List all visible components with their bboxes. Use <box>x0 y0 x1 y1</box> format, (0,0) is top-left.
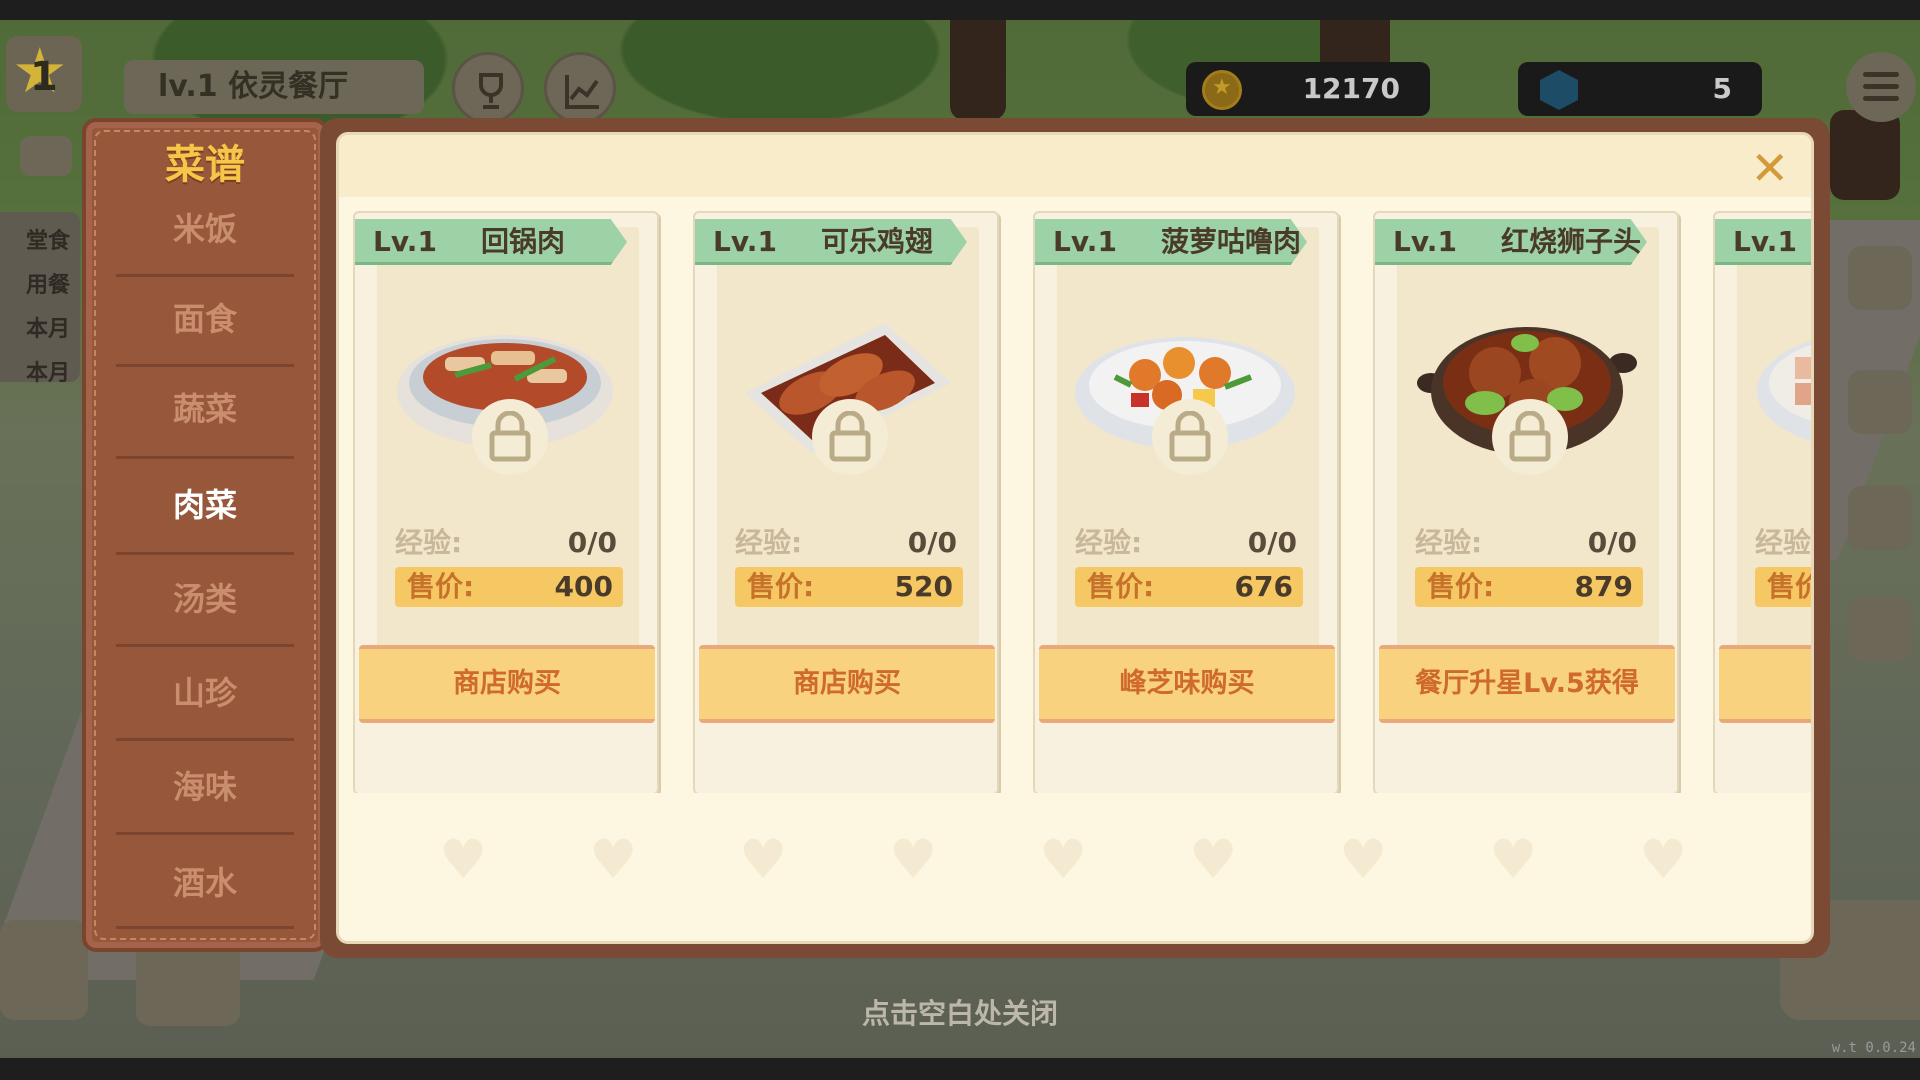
dish-action-button[interactable]: 变 <box>1719 645 1811 723</box>
recipe-dialog: ✕ ♥ ♥ ♥ ♥ ♥ ♥ ♥ ♥ ♥ Lv.1 回锅肉 经验: 0/0 售价:… <box>320 118 1830 958</box>
exp-value: 0/0 <box>567 526 617 559</box>
trophy-icon <box>479 73 503 109</box>
lock-icon <box>472 399 548 475</box>
stat-label: 用餐 <box>26 273 71 298</box>
category-meat[interactable]: 肉菜 <box>114 460 296 550</box>
dish-price: 售价: 400 <box>395 567 623 607</box>
gem-icon <box>1540 70 1578 110</box>
close-hint: 点击空白处关闭 <box>861 997 1058 1030</box>
exp-label: 经验: <box>735 526 803 559</box>
restaurant-name[interactable]: lv.1 依灵餐厅 <box>124 60 424 114</box>
dish-card[interactable]: Lv.1 经验: 售价: 变 <box>1713 211 1812 793</box>
lock-icon <box>1152 399 1228 475</box>
exp-label: 经验: <box>1755 526 1812 559</box>
dish-exp: 经验: 0/0 <box>1415 523 1643 563</box>
dish-name: 回锅肉 <box>481 225 566 258</box>
coin-icon <box>1202 70 1242 110</box>
price-label: 售价: <box>747 570 815 603</box>
dish-name: 红烧狮子头 <box>1501 225 1642 258</box>
dish-price: 售价: <box>1755 567 1811 607</box>
price-value: 676 <box>1234 570 1293 603</box>
lock-icon <box>812 399 888 475</box>
coin-amount: 12170 <box>1302 72 1400 105</box>
stat-label: 本月 <box>26 361 71 386</box>
dish-card[interactable]: Lv.1 红烧狮子头 经验: 0/0 售价: 879 餐厅升星Lv.5获得 <box>1373 211 1679 793</box>
category-noodles[interactable]: 面食 <box>114 274 296 364</box>
dish-price: 售价: 520 <box>735 567 963 607</box>
exp-value: 0/0 <box>907 526 957 559</box>
price-label: 售价: <box>1427 570 1495 603</box>
dish-action-button[interactable]: 商店购买 <box>699 645 995 723</box>
price-label: 售价: <box>1767 570 1811 603</box>
dish-ribbon: Lv.1 <box>1715 219 1811 265</box>
trophy-button[interactable] <box>452 52 524 124</box>
staff-button[interactable] <box>1848 486 1912 550</box>
price-label: 售价: <box>407 570 475 603</box>
category-seafood[interactable]: 海味 <box>114 742 296 832</box>
clipboard-button[interactable] <box>1848 246 1912 310</box>
main-menu-button[interactable] <box>1846 52 1916 122</box>
dish-ribbon: Lv.1 菠萝咕噜肉 <box>1035 219 1307 265</box>
dish-level: Lv.1 <box>373 225 437 258</box>
category-mountain[interactable]: 山珍 <box>114 648 296 738</box>
letterbox-top <box>0 0 1920 20</box>
chart-icon <box>565 75 599 109</box>
exp-label: 经验: <box>1415 526 1483 559</box>
recipe-content: ✕ ♥ ♥ ♥ ♥ ♥ ♥ ♥ ♥ ♥ Lv.1 回锅肉 经验: 0/0 售价:… <box>336 132 1814 944</box>
price-value: 879 <box>1574 570 1633 603</box>
dish-action-button[interactable]: 峰芝味购买 <box>1039 645 1335 723</box>
statistics-button[interactable] <box>544 52 616 124</box>
player-level: 1 <box>30 54 58 100</box>
dish-ribbon: Lv.1 回锅肉 <box>355 219 627 265</box>
stat-label: 堂食 <box>26 229 71 254</box>
dish-action-button[interactable]: 餐厅升星Lv.5获得 <box>1379 645 1675 723</box>
close-icon[interactable]: ✕ <box>1750 143 1789 193</box>
dish-exp: 经验: <box>1755 523 1812 563</box>
dish-price: 售价: 676 <box>1075 567 1303 607</box>
dish-name: 菠萝咕噜肉 <box>1161 225 1302 258</box>
lock-icon <box>1492 399 1568 475</box>
price-value: 400 <box>554 570 613 603</box>
carrot-button[interactable] <box>1848 370 1912 434</box>
dish-card[interactable]: Lv.1 回锅肉 经验: 0/0 售价: 400 商店购买 <box>353 211 659 793</box>
dish-exp: 经验: 0/0 <box>1075 523 1303 563</box>
gem-counter: 5 <box>1518 62 1762 116</box>
gem-amount: 5 <box>1712 72 1732 105</box>
letterbox-bottom <box>0 1058 1920 1080</box>
exp-value: 0/0 <box>1247 526 1297 559</box>
stats-panel: 堂食 用餐 本月 本月 <box>0 212 80 386</box>
category-soup[interactable]: 汤类 <box>114 554 296 644</box>
dish-level: Lv.1 <box>713 225 777 258</box>
dish-price: 售价: 879 <box>1415 567 1643 607</box>
collapse-button[interactable] <box>20 136 72 176</box>
dish-name: 可乐鸡翅 <box>821 225 934 258</box>
exp-label: 经验: <box>395 526 463 559</box>
recipe-title: 菜谱 <box>165 142 245 188</box>
category-drinks[interactable]: 酒水 <box>114 838 296 928</box>
dish-card[interactable]: Lv.1 菠萝咕噜肉 经验: 0/0 售价: 676 峰芝味购买 <box>1033 211 1339 793</box>
exp-value: 0/0 <box>1587 526 1637 559</box>
price-label: 售价: <box>1087 570 1155 603</box>
category-rice[interactable]: 米饭 <box>114 184 296 274</box>
dish-ribbon: Lv.1 可乐鸡翅 <box>695 219 967 265</box>
player-level-badge[interactable]: ★ 1 <box>6 36 82 112</box>
dish-exp: 经验: 0/0 <box>735 523 963 563</box>
dish-level: Lv.1 <box>1733 225 1797 258</box>
coin-counter: 12170 <box>1186 62 1430 116</box>
dish-level: Lv.1 <box>1393 225 1457 258</box>
dish-exp: 经验: 0/0 <box>395 523 623 563</box>
dish-ribbon: Lv.1 红烧狮子头 <box>1375 219 1647 265</box>
book-button[interactable] <box>1848 598 1912 662</box>
price-value: 520 <box>894 570 953 603</box>
category-vegetables[interactable]: 蔬菜 <box>114 364 296 454</box>
dish-card[interactable]: Lv.1 可乐鸡翅 经验: 0/0 售价: 520 商店购买 <box>693 211 999 793</box>
dish-image <box>1757 340 1811 442</box>
version-label: w.t 0.0.24 <box>1831 1040 1916 1056</box>
stat-label: 本月 <box>26 317 71 342</box>
exp-label: 经验: <box>1075 526 1143 559</box>
dish-action-button[interactable]: 商店购买 <box>359 645 655 723</box>
dish-level: Lv.1 <box>1053 225 1117 258</box>
recipe-category-panel: 菜谱 米饭 面食 蔬菜 肉菜 汤类 山珍 海味 酒水 <box>82 118 328 952</box>
dish-list[interactable]: Lv.1 回锅肉 经验: 0/0 售价: 400 商店购买 Lv.1 可乐鸡翅 … <box>349 193 1812 793</box>
